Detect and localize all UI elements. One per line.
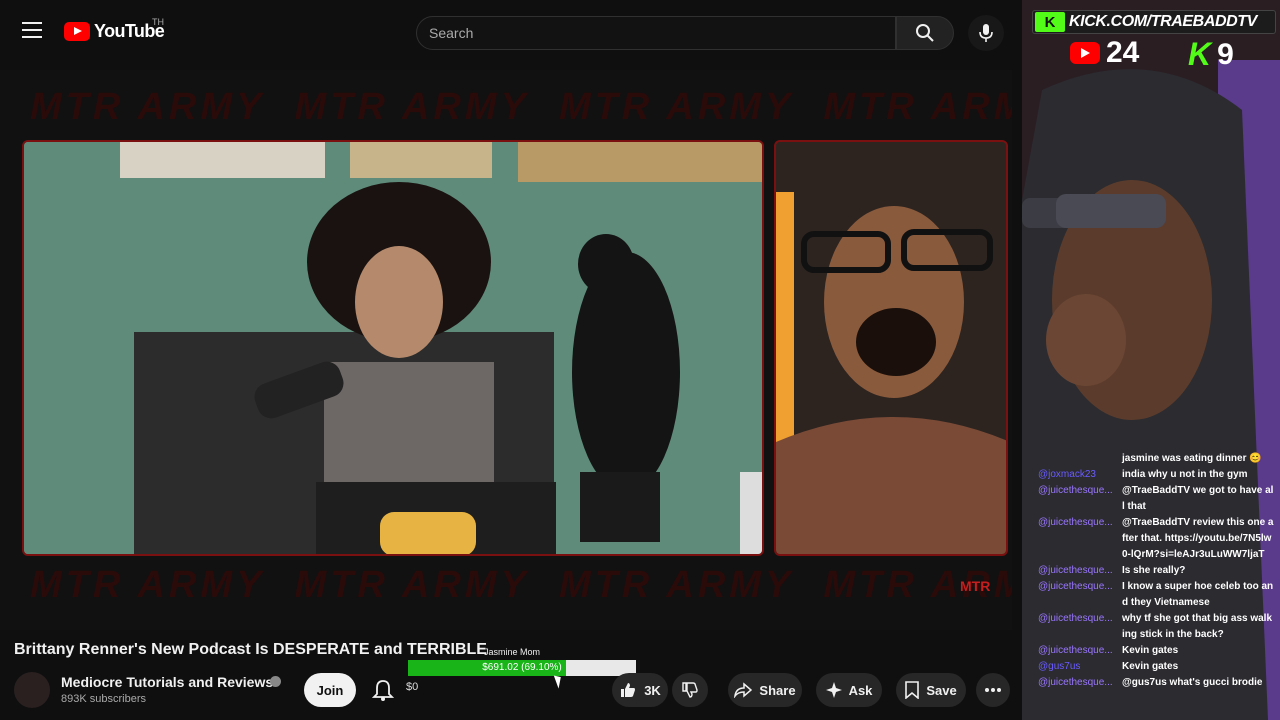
channel-watermark: MTR: [960, 578, 991, 594]
host-scene-image: [24, 142, 762, 554]
chat-username: @juicethesque...: [1038, 485, 1113, 496]
channel-name[interactable]: Mediocre Tutorials and Reviews: [61, 674, 273, 690]
chat-message: jasmine was eating dinner 😊: [1022, 451, 1280, 467]
verified-icon: [270, 676, 281, 687]
chat-message: @juicethesque... Kevin gates: [1022, 643, 1280, 659]
save-label: Save: [926, 682, 957, 698]
chat-text: jasmine was eating dinner 😊: [1122, 453, 1262, 464]
chat-overlay: jasmine was eating dinner 😊 @joxmack23 in…: [1022, 451, 1280, 691]
goal-progress-bar: $691.02 (69.10%): [408, 660, 636, 676]
channel-avatar[interactable]: [14, 672, 50, 708]
like-button[interactable]: 3K: [612, 673, 668, 707]
chat-message: @juicethesque... @TraeBaddTV review this …: [1022, 515, 1280, 563]
chat-username: @juicethesque...: [1038, 565, 1113, 576]
thumbs-up-icon: [621, 683, 636, 697]
chat-text: Kevin gates: [1122, 661, 1179, 672]
menu-icon[interactable]: [22, 22, 42, 38]
chat-text: I know a super hoe celeb too and they Vi…: [1122, 581, 1274, 608]
video-frame-host: [22, 140, 764, 556]
chat-username: @juicethesque...: [1038, 517, 1113, 528]
goal-progress-text: $691.02 (69.10%): [482, 662, 562, 673]
like-count: 3K: [644, 682, 661, 698]
chat-message: @juicethesque... @TraeBaddTV we got to ha…: [1022, 483, 1280, 515]
chat-message: @gus7us Kevin gates: [1022, 659, 1280, 675]
youtube-play-icon: [64, 22, 90, 41]
sparkle-icon: [825, 682, 842, 698]
search-icon: [916, 24, 934, 42]
player-banner-top: MTR ARMY MTR ARMY MTR ARMY MTR ARMY: [30, 86, 1012, 128]
ask-button[interactable]: Ask: [816, 673, 882, 707]
search-input[interactable]: [417, 17, 895, 49]
chat-username: @juicethesque...: [1038, 613, 1113, 624]
youtube-icon: [1070, 42, 1100, 64]
chat-message: @juicethesque... I know a super hoe celeb…: [1022, 579, 1280, 611]
chat-message: @joxmack23 india why u not in the gym: [1022, 467, 1280, 483]
ask-label: Ask: [848, 682, 873, 698]
chat-username: @juicethesque...: [1038, 677, 1113, 688]
chat-username: @joxmack23: [1038, 469, 1096, 480]
reviewer-scene-image: [776, 142, 1006, 554]
chat-text: india why u not in the gym: [1122, 469, 1248, 480]
chat-message: @juicethesque... why tf she got that big …: [1022, 611, 1280, 643]
donation-goal-widget: Jasmine Mom $691.02 (69.10%): [408, 646, 636, 680]
join-button[interactable]: Join: [304, 673, 356, 707]
chat-username: @juicethesque...: [1038, 581, 1113, 592]
donation-amount: $0: [406, 681, 419, 693]
chat-text: why tf she got that big ass walking stic…: [1122, 613, 1273, 640]
kick-viewer-count: K 9: [1188, 36, 1234, 73]
chat-message: @juicethesque... Is she really?: [1022, 563, 1280, 579]
kick-icon: K: [1188, 36, 1212, 72]
logo-country-code: TH: [152, 17, 164, 27]
player-banner-bottom: MTR ARMY MTR ARMY MTR ARMY MTR ARMY: [30, 564, 1012, 606]
bell-icon: [371, 680, 395, 701]
kick-viewers: 9: [1217, 37, 1234, 71]
share-icon: [734, 682, 753, 698]
video-player[interactable]: MTR ARMY MTR ARMY MTR ARMY MTR ARMY MTR …: [0, 70, 1012, 630]
share-button[interactable]: Share: [728, 673, 802, 707]
dislike-button[interactable]: [672, 673, 708, 707]
subscriber-count: 893K subscribers: [61, 693, 146, 705]
youtube-viewers: 24: [1106, 36, 1140, 69]
chat-username: [1022, 451, 1122, 467]
notification-bell-button[interactable]: [371, 678, 395, 702]
search-button[interactable]: [896, 16, 954, 50]
kick-channel-banner: K KICK.COM/TRAEBADDTV: [1032, 10, 1276, 34]
chat-text: @TraeBaddTV we got to have all that: [1122, 485, 1274, 512]
more-horizontal-icon: [985, 688, 1001, 692]
youtube-logo[interactable]: YouTube TH: [64, 17, 165, 42]
youtube-viewer-count: 24: [1070, 36, 1139, 70]
youtube-page: YouTube TH MTR ARMY MTR ARMY MTR ARMY MT…: [0, 0, 1022, 720]
streamer-overlay: K KICK.COM/TRAEBADDTV 24 K 9 jasmine was…: [1022, 0, 1280, 720]
youtube-topbar: YouTube TH: [0, 0, 1022, 64]
save-button[interactable]: Save: [896, 673, 966, 707]
chat-text: Kevin gates: [1122, 645, 1179, 656]
kick-channel-url: KICK.COM/TRAEBADDTV: [1069, 13, 1257, 30]
video-frame-reviewer: [774, 140, 1008, 556]
voice-search-button[interactable]: [968, 15, 1004, 51]
thumbs-down-icon: [682, 682, 698, 698]
chat-username: @gus7us: [1038, 661, 1081, 672]
more-actions-button[interactable]: [976, 673, 1010, 707]
kick-logo-icon: K: [1035, 12, 1065, 32]
chat-text: Is she really?: [1122, 565, 1186, 576]
chat-username: @juicethesque...: [1038, 645, 1113, 656]
bookmark-icon: [905, 681, 920, 699]
chat-text: @gus7us what's gucci brodie: [1122, 677, 1263, 688]
chat-message: @juicethesque... @gus7us what's gucci bro…: [1022, 675, 1280, 691]
search-box: [416, 16, 896, 50]
share-label: Share: [759, 682, 796, 698]
goal-label: Jasmine Mom: [484, 647, 541, 657]
chat-text: @TraeBaddTV review this one after that. …: [1122, 517, 1274, 560]
microphone-icon: [979, 24, 993, 42]
